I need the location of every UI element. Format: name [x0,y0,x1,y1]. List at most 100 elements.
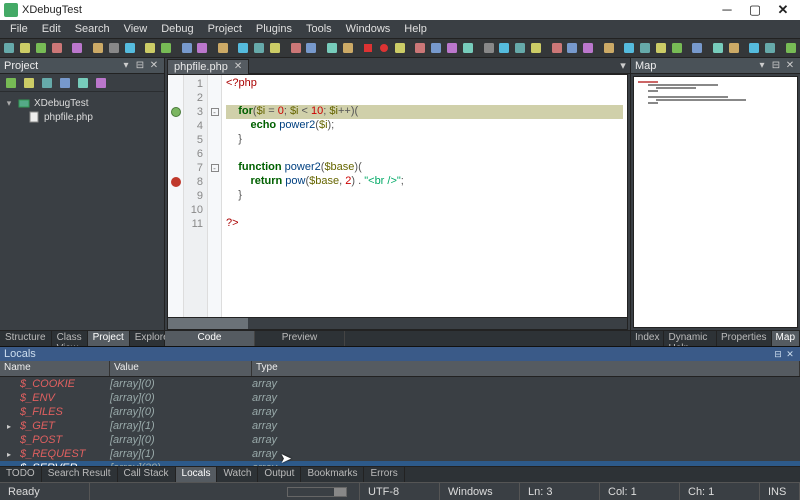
scrollbar-thumb[interactable] [168,318,248,329]
bottom-tab-errors[interactable]: Errors [364,467,404,482]
menu-debug[interactable]: Debug [155,22,199,36]
right-tab-dynamic-help[interactable]: Dynamic Help [664,331,717,346]
replace-icon[interactable] [195,40,210,56]
code-line[interactable]: for($i = 0; $i < 10; $i++)( [226,105,623,119]
settings-icon[interactable] [94,76,108,90]
locals-row[interactable]: $_ENV[array](0)array [0,391,800,405]
editor-view-tab-preview[interactable]: Preview [255,331,345,346]
locals-row[interactable]: $_FILES[array](0)array [0,405,800,419]
sync-icon[interactable] [581,40,596,56]
code-line[interactable]: <?php [226,77,623,91]
breakpoint-gutter[interactable] [168,75,184,317]
sort-icon[interactable] [690,40,705,56]
open-folder-icon[interactable] [22,76,36,90]
uncomment-icon[interactable] [340,40,355,56]
cut-icon[interactable] [91,40,106,56]
menu-tools[interactable]: Tools [300,22,338,36]
prev-bookmark-icon[interactable] [252,40,267,56]
code-lines[interactable]: <?php for($i = 0; $i < 10; $i++)( echo p… [222,75,627,317]
redo-icon[interactable] [159,40,174,56]
status-eol[interactable]: Windows [440,483,520,500]
exit-icon[interactable] [783,40,798,56]
fold-gutter[interactable]: -- [208,75,222,317]
status-col[interactable]: Col: 1 [600,483,680,500]
right-tab-properties[interactable]: Properties [717,331,772,346]
save-icon[interactable] [34,40,49,56]
paste-icon[interactable] [122,40,137,56]
expand-icon[interactable]: ▸ [0,422,18,431]
fold-toggle[interactable]: - [211,164,219,172]
step-out-icon[interactable] [445,40,460,56]
code-editor[interactable]: 1234567891011 -- <?php for($i = 0; $i < … [167,74,628,318]
undo-icon[interactable] [143,40,158,56]
status-line[interactable]: Ln: 3 [520,483,600,500]
menu-help[interactable]: Help [398,22,433,36]
panel-close-icon[interactable]: ✕ [148,60,160,71]
outdent-icon[interactable] [304,40,319,56]
collapse-icon[interactable] [4,76,18,90]
italic-icon[interactable] [497,40,512,56]
code-minimap[interactable] [633,76,798,328]
home-icon[interactable] [58,76,72,90]
code-line[interactable]: } [226,133,623,147]
align-left-icon[interactable] [638,40,653,56]
code-line[interactable] [226,147,623,161]
locals-row[interactable]: ▸$_GET[array](1)array [0,419,800,433]
download-icon[interactable] [726,40,741,56]
bottom-tab-bookmarks[interactable]: Bookmarks [301,467,364,482]
column-value[interactable]: Value [110,361,252,376]
record-icon[interactable] [377,40,392,56]
locals-table-body[interactable]: $_COOKIE[array](0)array$_ENV[array](0)ar… [0,377,800,466]
menu-search[interactable]: Search [69,22,116,36]
stop-icon[interactable] [361,40,376,56]
tab-close-icon[interactable]: ✕ [234,61,242,72]
status-ch[interactable]: Ch: 1 [680,483,760,500]
goto-icon[interactable] [215,40,230,56]
bottom-tab-watch[interactable]: Watch [217,467,258,482]
step-over-icon[interactable] [413,40,428,56]
code-line[interactable]: function power2($base)( [226,161,623,175]
column-type[interactable]: Type [252,361,800,376]
panel-pin-icon[interactable]: ⊟ [770,60,782,71]
editor-tab[interactable]: phpfile.php ✕ [167,59,249,74]
new-file-icon[interactable] [2,40,17,56]
right-tab-map[interactable]: Map [772,331,800,346]
expand-icon[interactable]: ▸ [0,450,18,459]
open-file-icon[interactable] [18,40,33,56]
bottom-tab-todo[interactable]: TODO [0,467,42,482]
code-line[interactable]: ?> [226,217,623,231]
bottom-tab-search-result[interactable]: Search Result [42,467,118,482]
underline-icon[interactable] [513,40,528,56]
locals-row[interactable]: $_POST[array](0)array [0,433,800,447]
code-line[interactable]: return pow($base, 2) . "<br />"; [226,175,623,189]
print-icon[interactable] [70,40,85,56]
tree-root[interactable]: ▾ XDebugTest [2,96,162,110]
tab-dropdown-icon[interactable]: ▾ [616,58,630,74]
plugin-icon[interactable] [747,40,762,56]
panel-menu-icon[interactable]: ▾ [120,60,132,71]
options-icon[interactable] [622,40,637,56]
editor-hscrollbar[interactable] [167,318,628,330]
tree-file[interactable]: phpfile.php [2,110,162,124]
locals-row[interactable]: ▸$_REQUEST[array](1)array [0,447,800,461]
bottom-tab-locals[interactable]: Locals [176,467,218,482]
menu-view[interactable]: View [118,22,154,36]
bottom-tab-output[interactable]: Output [258,467,301,482]
color-icon[interactable] [549,40,564,56]
column-name[interactable]: Name [0,361,110,376]
help-icon[interactable] [763,40,778,56]
play-icon[interactable] [393,40,408,56]
step-into-icon[interactable] [429,40,444,56]
panel-close-icon[interactable]: ✕ [784,60,796,71]
status-insert-mode[interactable]: INS [760,483,800,500]
editor-view-tab-code[interactable]: Code [165,331,255,346]
run-to-icon[interactable] [461,40,476,56]
panel-close-icon[interactable]: ✕ [784,349,796,360]
save-all-icon[interactable] [49,40,64,56]
status-encoding[interactable]: UTF-8 [360,483,440,500]
panel-pin-icon[interactable]: ⊟ [772,349,784,360]
code-line[interactable] [226,203,623,217]
copy-icon[interactable] [106,40,121,56]
menu-plugins[interactable]: Plugins [250,22,298,36]
code-line[interactable]: } [226,189,623,203]
